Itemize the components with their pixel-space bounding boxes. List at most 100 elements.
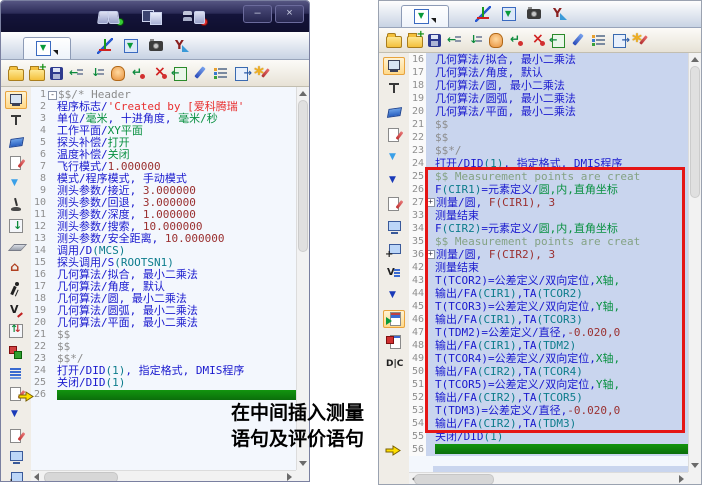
code-line-27[interactable]: 27+测量/圆, F(CIR1), 3 — [409, 196, 688, 209]
import-code-icon[interactable] — [174, 67, 187, 81]
vertical-scroll-thumb[interactable] — [298, 100, 308, 252]
code-line-16[interactable]: 16几何算法/拟合, 最小二乘法 — [409, 53, 688, 66]
fold-toggle-icon[interactable]: + — [426, 250, 435, 259]
code-line-24[interactable]: 24打开/DID(1), 指定格式, DMIS程序 — [409, 157, 688, 170]
sidebar-expand-arrow-dark-icon[interactable] — [5, 406, 27, 424]
edit-pen-icon[interactable] — [192, 65, 208, 81]
sidebar-expand-arrow-icon[interactable] — [383, 149, 405, 167]
code-line-36[interactable]: 36+测量/圆, F(CIR2), 3 — [409, 248, 688, 261]
tab-program-editor[interactable] — [23, 37, 71, 59]
open-file-icon[interactable] — [386, 36, 402, 48]
code-line-46[interactable]: 46输出/FA(CIR1),TA(TCOR3) — [409, 313, 688, 326]
sidebar-note-edit-icon[interactable] — [5, 154, 27, 172]
code-line-35[interactable]: 35$$ Measurement points are creat — [409, 235, 688, 248]
code-line-50[interactable]: 50输出/FA(CIR2),TA(TCOR4) — [409, 365, 688, 378]
save-icon[interactable] — [50, 67, 63, 80]
sidebar-axis-setup-icon[interactable] — [5, 301, 27, 319]
scroll-right-icon[interactable] — [675, 473, 687, 485]
code-line-20[interactable]: 20几何算法/平面, 最小二乘法 — [31, 317, 296, 329]
hand-pan-icon[interactable] — [489, 33, 503, 48]
sidebar-variable-list-icon[interactable] — [383, 264, 405, 282]
window-swap-icon[interactable] — [139, 9, 165, 25]
sidebar-plane-tool-icon[interactable] — [5, 238, 27, 256]
sidebar-move-lower-icon[interactable] — [5, 217, 27, 235]
hand-pan-icon[interactable] — [111, 66, 125, 81]
code-line-21[interactable]: 21$$ — [31, 329, 296, 341]
open-add-icon[interactable] — [29, 69, 45, 81]
code-line-52[interactable]: 52输出/FA(CIR2),TA(TCOR5) — [409, 391, 688, 404]
sidebar-pin-editor-icon[interactable] — [5, 91, 27, 109]
camera-icon[interactable] — [149, 41, 163, 51]
horizontal-scrollbar[interactable] — [31, 470, 296, 482]
sidebar-pin-editor-icon[interactable] — [383, 57, 405, 75]
sidebar-eval-list-icon[interactable] — [383, 333, 405, 351]
outline-tree-icon[interactable] — [591, 32, 607, 48]
code-editor[interactable]: 16几何算法/拟合, 最小二乘法17几何算法/角度, 默认18几何算法/圆, 最… — [409, 53, 701, 485]
horizontal-scrollbar[interactable] — [409, 472, 688, 485]
goto-next-icon[interactable] — [467, 32, 483, 48]
edit-pen-icon[interactable] — [570, 32, 586, 48]
highlight-pen-icon[interactable] — [631, 32, 647, 48]
fold-toggle-icon[interactable]: - — [48, 91, 57, 100]
camera-icon[interactable] — [527, 9, 541, 19]
code-line-19[interactable]: 19几何算法/圆弧, 最小二乘法 — [409, 92, 688, 105]
code-line-21[interactable]: 21$$ — [409, 118, 688, 131]
code-line-34[interactable]: 34F(CIR2)=元素定义/圆,内,直角坐标 — [409, 222, 688, 235]
close-button[interactable]: × — [275, 5, 304, 23]
fold-toggle-icon[interactable]: + — [426, 198, 435, 207]
probe-stamp-icon[interactable] — [181, 9, 207, 25]
code-line-53[interactable]: 53T(TDM3)=公差定义/直径,-0.020,0 — [409, 404, 688, 417]
goto-prev-icon[interactable] — [446, 32, 462, 48]
sidebar-monitor-view-icon[interactable] — [383, 218, 405, 236]
code-line-25[interactable]: 25关闭/DID(1) — [31, 377, 296, 389]
code-line-43[interactable]: 43T(TCOR2)=公差定义/双向定位,X轴, — [409, 274, 688, 287]
code-line-47[interactable]: 47T(TDM2)=公差定义/直径,-0.020,0 — [409, 326, 688, 339]
sidebar-eraser-icon[interactable] — [383, 103, 405, 121]
axes-icon[interactable] — [475, 6, 491, 22]
probe-pair-icon[interactable] — [97, 9, 123, 25]
sidebar-swap-axes-icon[interactable] — [5, 322, 27, 340]
delete-line-icon[interactable] — [529, 32, 545, 48]
axes-icon[interactable] — [97, 38, 113, 54]
sidebar-home-position-icon[interactable] — [5, 259, 27, 277]
scroll-right-icon[interactable] — [283, 471, 295, 482]
code-line-49[interactable]: 49T(TCOR4)=公差定义/双向定位,X轴, — [409, 352, 688, 365]
code-line-18[interactable]: 18几何算法/圆, 最小二乘法 — [409, 79, 688, 92]
insert-line-icon[interactable] — [130, 65, 146, 81]
insert-line-icon[interactable] — [508, 32, 524, 48]
sidebar-monitor-add-icon[interactable] — [5, 469, 27, 482]
code-line-25[interactable]: 25$$ Measurement points are creat — [409, 170, 688, 183]
sidebar-expand-arrow-dark2-icon[interactable] — [383, 287, 405, 305]
save-icon[interactable] — [428, 34, 441, 47]
sidebar-eraser-icon[interactable] — [5, 133, 27, 151]
goto-prev-icon[interactable] — [68, 65, 84, 81]
sidebar-joystick-icon[interactable] — [5, 196, 27, 214]
code-line-45[interactable]: 45T(TCOR3)=公差定义/双向定位,Y轴, — [409, 300, 688, 313]
sidebar-expand-arrow-dark-icon[interactable] — [383, 172, 405, 190]
sidebar-monitor-add-icon[interactable] — [383, 241, 405, 259]
import-code-icon[interactable] — [552, 34, 565, 48]
sidebar-note-edit2-icon[interactable] — [383, 195, 405, 213]
code-line-20[interactable]: 20几何算法/平面, 最小二乘法 — [409, 105, 688, 118]
scroll-up-icon[interactable] — [689, 54, 701, 66]
sidebar-add-feature-icon[interactable] — [5, 343, 27, 361]
code-line-51[interactable]: 51T(TCOR5)=公差定义/双向定位,Y轴, — [409, 378, 688, 391]
vertical-scrollbar[interactable] — [688, 53, 701, 472]
sidebar-probe-build-icon[interactable] — [383, 80, 405, 98]
code-line-48[interactable]: 48输出/FA(CIR1),TA(TDM2) — [409, 339, 688, 352]
sidebar-mirror-tool-icon[interactable] — [383, 356, 405, 374]
export-code-icon[interactable] — [235, 67, 248, 81]
code-line-56[interactable]: 56 — [409, 443, 688, 456]
probe-setup-icon[interactable] — [174, 38, 190, 54]
sidebar-probe-edit-icon[interactable] — [5, 112, 27, 130]
editor-window-icon[interactable] — [124, 39, 138, 53]
code-line-17[interactable]: 17几何算法/角度, 默认 — [409, 66, 688, 79]
code-line-33[interactable]: 33测量结束 — [409, 209, 688, 222]
delete-line-icon[interactable] — [151, 65, 167, 81]
sidebar-note-edit-icon[interactable] — [383, 126, 405, 144]
sidebar-expand-arrow-icon[interactable] — [5, 175, 27, 193]
sidebar-program-lines-icon[interactable] — [5, 364, 27, 382]
minimize-button[interactable]: – — [243, 5, 272, 23]
probe-setup-icon[interactable] — [552, 6, 568, 22]
code-line-26[interactable]: 26F(CIR1)=元素定义/圆,内,直角坐标 — [409, 183, 688, 196]
